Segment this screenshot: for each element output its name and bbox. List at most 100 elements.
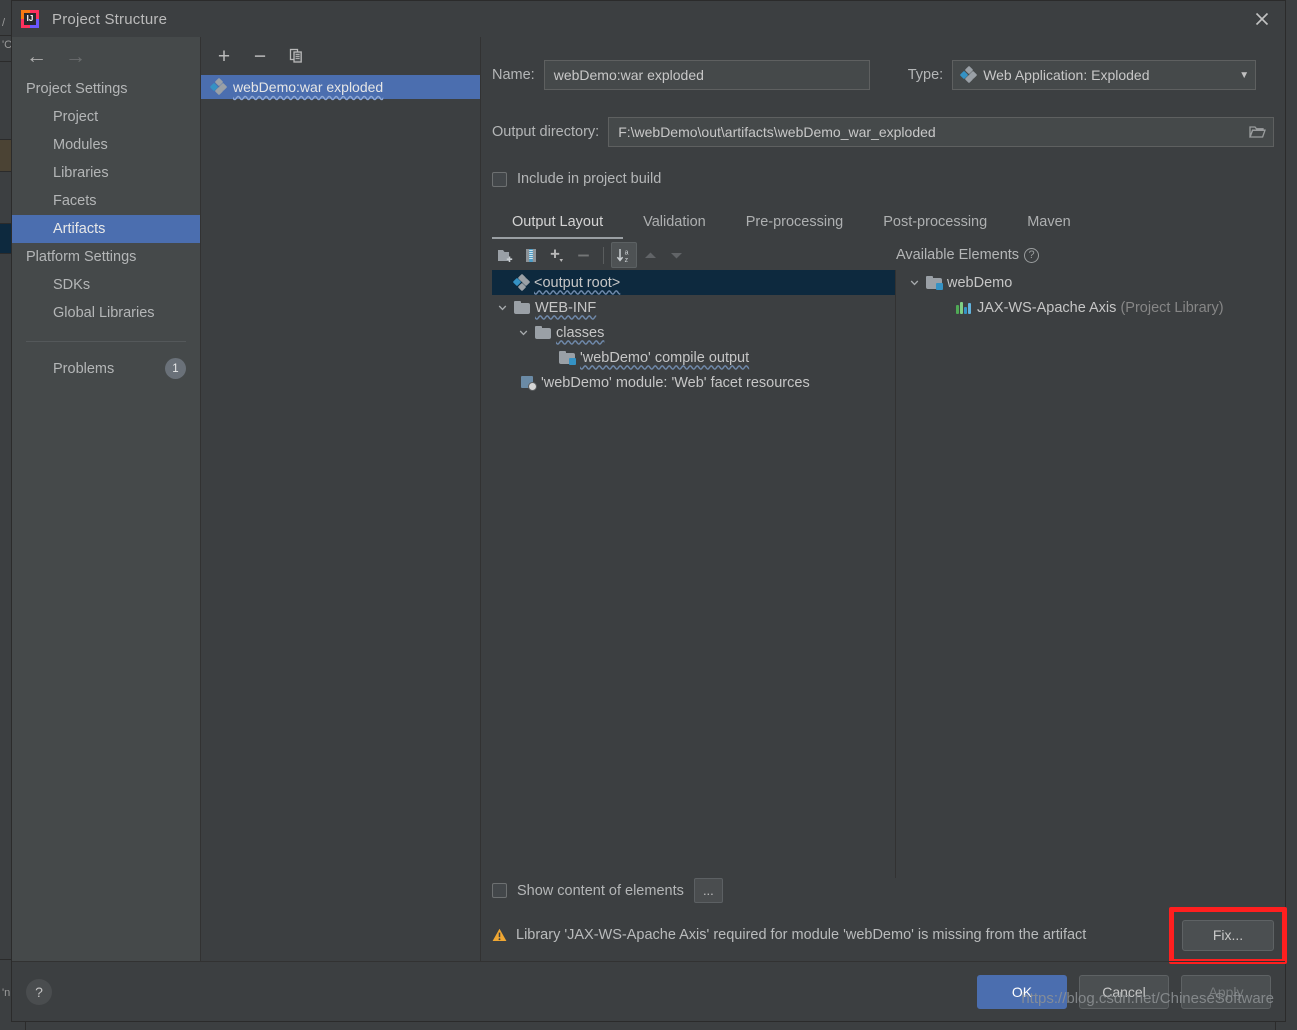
tree-label: 'webDemo' module: 'Web' facet resources	[541, 374, 810, 391]
artifact-tabs: Output Layout Validation Pre-processing …	[492, 209, 1274, 239]
tab-validation[interactable]: Validation	[623, 214, 726, 239]
sort-alphabetically-button[interactable]: a z	[611, 242, 637, 268]
output-directory-input[interactable]: F:\webDemo\out\artifacts\webDemo_war_exp…	[608, 117, 1274, 147]
move-down-button[interactable]	[663, 242, 689, 268]
more-options-button[interactable]: ...	[693, 878, 723, 903]
list-item[interactable]: webDemo:war exploded	[201, 75, 480, 99]
tree-label: <output root>	[534, 274, 621, 291]
library-icon	[956, 301, 972, 314]
toolbar-divider	[603, 246, 604, 264]
svg-text:z: z	[625, 257, 629, 264]
name-label: Name:	[492, 67, 535, 83]
chevron-down-icon[interactable]	[517, 328, 530, 337]
tree-row[interactable]: JAX-WS-Apache Axis (Project Library)	[896, 295, 1274, 320]
available-elements-label: Available Elements	[896, 247, 1020, 263]
name-input[interactable]: webDemo:war exploded	[543, 60, 870, 90]
add-copy-of-button[interactable]	[544, 242, 570, 268]
artifact-warning-row: Library 'JAX-WS-Apache Axis' required fo…	[492, 906, 1287, 964]
sidebar-item-artifacts[interactable]: Artifacts	[12, 215, 200, 243]
folder-icon	[535, 326, 551, 339]
folder-icon	[514, 301, 530, 314]
chevron-down-icon[interactable]	[908, 278, 921, 287]
artifact-icon	[209, 77, 228, 96]
folder-open-icon[interactable]	[1241, 118, 1273, 146]
help-button[interactable]: ?	[26, 978, 52, 1005]
show-content-row: Show content of elements ...	[492, 878, 1274, 903]
arrow-down-icon	[670, 252, 682, 258]
minus-icon: −	[253, 44, 267, 68]
library-scope: (Project Library)	[1116, 299, 1224, 316]
apply-button[interactable]: Apply	[1181, 974, 1271, 1009]
problems-count-badge: 1	[165, 358, 186, 379]
artifacts-list[interactable]: webDemo:war exploded	[201, 75, 480, 961]
dialog-action-buttons: OK Cancel Apply	[977, 974, 1271, 1009]
sidebar-item-libraries[interactable]: Libraries	[12, 159, 200, 187]
remove-artifact-button[interactable]: −	[249, 45, 271, 67]
output-directory-row: Output directory: F:\webDemo\out\artifac…	[492, 115, 1274, 149]
sidebar-divider	[26, 341, 186, 342]
tree-row[interactable]: 'webDemo' module: 'Web' facet resources	[492, 370, 895, 395]
warning-triangle-icon	[492, 928, 507, 941]
name-row: Name: webDemo:war exploded Type: Web App…	[492, 58, 1274, 92]
arrow-left-icon[interactable]: ←	[26, 46, 47, 67]
available-elements-header: Available Elements ?	[896, 247, 1040, 263]
project-structure-dialog: IJ Project Structure ← → Project Setting…	[11, 0, 1287, 1022]
create-directory-button[interactable]	[492, 242, 518, 268]
arrow-right-icon[interactable]: →	[65, 46, 86, 67]
chevron-down-icon[interactable]	[496, 303, 509, 312]
plus-icon: +	[217, 44, 231, 68]
dialog-titlebar: IJ Project Structure	[12, 1, 1285, 37]
close-icon[interactable]	[1239, 1, 1285, 37]
add-artifact-button[interactable]: +	[213, 45, 235, 67]
sidebar-nav-arrows: ← →	[12, 37, 200, 75]
remove-element-button[interactable]	[570, 242, 596, 268]
sidebar-item-sdks[interactable]: SDKs	[12, 271, 200, 299]
copy-artifact-button[interactable]	[285, 45, 307, 67]
ok-button[interactable]: OK	[977, 974, 1067, 1009]
sidebar-item-modules[interactable]: Modules	[12, 131, 200, 159]
tree-row[interactable]: classes	[492, 320, 895, 345]
tab-output-layout[interactable]: Output Layout	[492, 214, 624, 239]
tab-post-processing[interactable]: Post-processing	[863, 214, 1007, 239]
tree-row[interactable]: <output root>	[492, 270, 895, 295]
artifact-editor-panel: Name: webDemo:war exploded Type: Web App…	[481, 37, 1287, 964]
show-content-label[interactable]: Show content of elements	[517, 883, 684, 899]
move-up-button[interactable]	[637, 242, 663, 268]
artifact-name-label: webDemo:war exploded	[233, 79, 384, 95]
tab-pre-processing[interactable]: Pre-processing	[726, 214, 864, 239]
include-in-build-checkbox[interactable]	[492, 171, 507, 187]
sidebar-item-project[interactable]: Project	[12, 103, 200, 131]
sidebar-group-platform-settings: Platform Settings	[26, 249, 137, 265]
create-archive-button[interactable]	[518, 242, 544, 268]
sidebar-item-global-libraries[interactable]: Global Libraries	[12, 299, 200, 327]
library-name: JAX-WS-Apache Axis	[977, 299, 1117, 316]
new-folder-icon	[497, 249, 512, 262]
tree-row[interactable]: webDemo	[896, 270, 1274, 295]
type-dropdown[interactable]: Web Application: Exploded ▼	[952, 60, 1257, 90]
type-dropdown-value: Web Application: Exploded	[983, 67, 1150, 83]
artifact-warning-text: Library 'JAX-WS-Apache Axis' required fo…	[516, 927, 1087, 943]
sidebar-item-problems-label: Problems	[53, 360, 115, 377]
tab-maven[interactable]: Maven	[1007, 214, 1091, 239]
settings-sidebar: ← → Project Settings Project Modules Lib…	[12, 37, 201, 961]
include-in-build-label[interactable]: Include in project build	[517, 171, 661, 187]
sidebar-item-facets[interactable]: Facets	[12, 187, 200, 215]
help-circle-icon[interactable]: ?	[1024, 247, 1040, 263]
module-icon	[926, 276, 943, 290]
chevron-down-icon: ▼	[1239, 69, 1250, 81]
tree-row[interactable]: 'webDemo' compile output	[492, 345, 895, 370]
artifact-icon	[959, 65, 978, 84]
tree-row[interactable]: WEB-INF	[492, 295, 895, 320]
available-elements-tree[interactable]: webDemo JAX-WS-Apache Axis (Project Libr…	[896, 270, 1274, 878]
layout-trees: <output root> WEB-INF classes 'webDemo' …	[492, 270, 1274, 878]
facet-icon	[521, 375, 537, 391]
cancel-button[interactable]: Cancel	[1079, 974, 1169, 1009]
sidebar-item-problems[interactable]: Problems 1	[12, 352, 200, 385]
output-directory-label: Output directory:	[492, 124, 600, 140]
show-content-checkbox[interactable]	[492, 883, 507, 898]
background-label-2: 'n	[2, 987, 11, 999]
archive-icon	[525, 248, 536, 262]
output-layout-tree[interactable]: <output root> WEB-INF classes 'webDemo' …	[492, 270, 896, 878]
dialog-footer: ? OK Cancel Apply https://blog.csdn.net/…	[12, 961, 1285, 1021]
fix-button[interactable]: Fix...	[1182, 919, 1274, 951]
